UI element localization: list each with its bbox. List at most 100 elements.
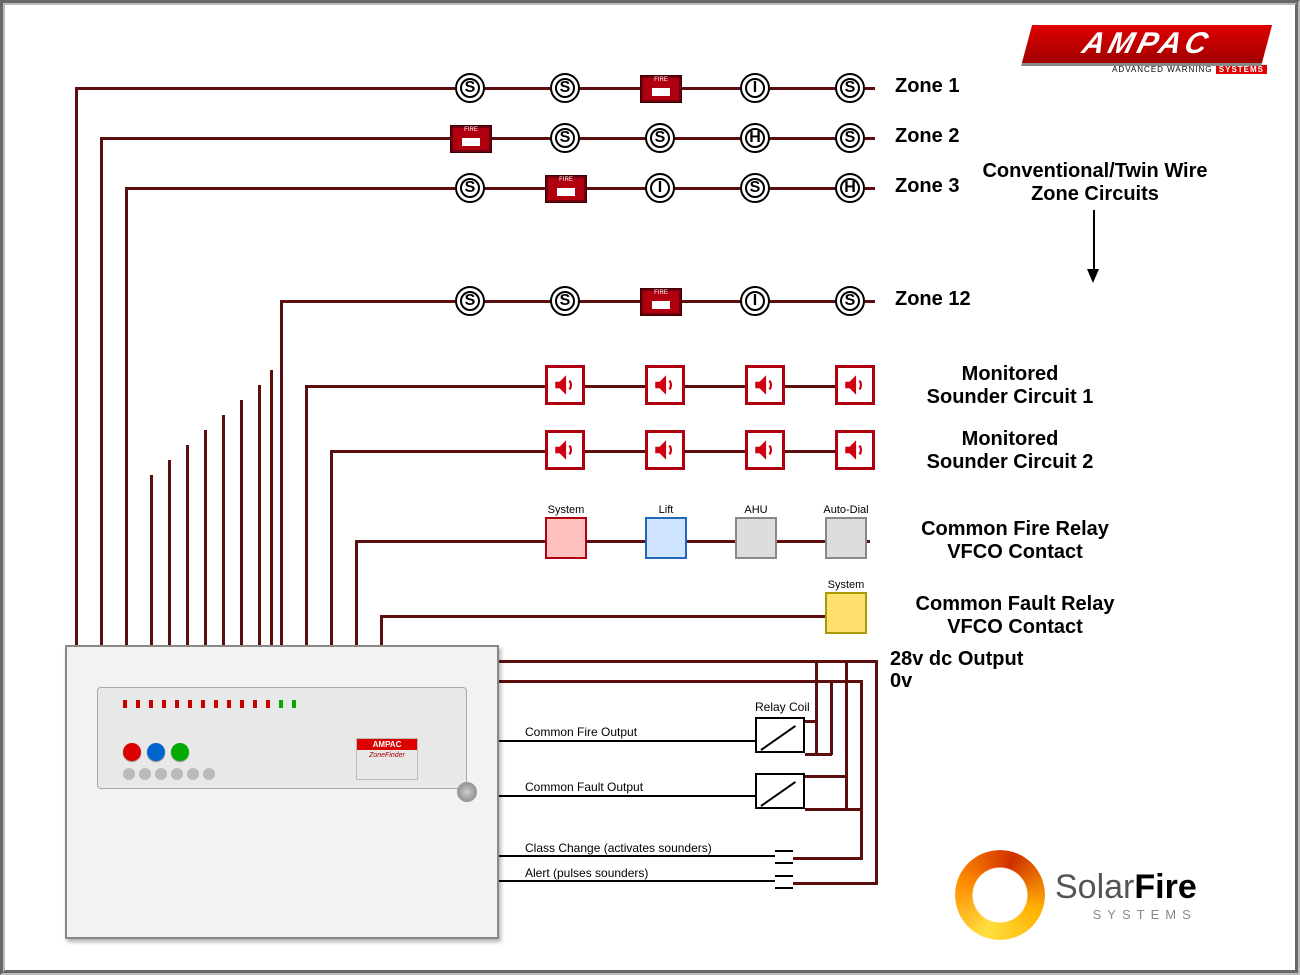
- relay2-to-pos: [845, 660, 848, 810]
- diagram-frame: AMPAC ADVANCED WARNING SYSTEMS Conventio…: [0, 0, 1300, 975]
- zone1-dev5-smoke: S: [835, 73, 865, 103]
- solarfire-logo: SolarFire SYSTEMS: [955, 850, 1255, 940]
- sndr1-label: Monitored Sounder Circuit 1: [895, 363, 1125, 409]
- zone2-dev1-mcp: FIRE: [450, 125, 492, 153]
- sndr2-drop: [330, 450, 333, 645]
- cfto-label: Common Fault Output: [525, 780, 643, 794]
- classchange-line: [495, 855, 775, 857]
- zone12-dev1-smoke: S: [455, 286, 485, 316]
- sndr2-label: Monitored Sounder Circuit 2: [895, 428, 1125, 474]
- sndr2-dev1: [545, 430, 585, 470]
- zone-header: Conventional/Twin Wire Zone Circuits: [965, 160, 1225, 206]
- sndr2-dev4: [835, 430, 875, 470]
- zone-stub-5: [168, 460, 171, 645]
- classchange-label: Class Change (activates sounders): [525, 841, 712, 855]
- zone1-dev2-smoke: S: [550, 73, 580, 103]
- panel-brand: AMPAC ZoneFinder: [356, 738, 418, 780]
- fire-alarm-panel: AMPAC ZoneFinder: [65, 645, 499, 939]
- cfo-label: Common Fire Output: [525, 725, 637, 739]
- cfr-lift: Lift: [645, 517, 687, 559]
- zone-stub-4: [150, 475, 153, 645]
- sndr1-drop: [305, 385, 308, 645]
- zone2-dev4-heat: H: [740, 123, 770, 153]
- cfr-autodial: Auto-Dial: [825, 517, 867, 559]
- zone3-dev5-heat: H: [835, 173, 865, 203]
- cftr-label: Common Fault Relay VFCO Contact: [885, 593, 1145, 639]
- zone-arrow-head: [1087, 269, 1099, 283]
- zone1-label: Zone 1: [895, 75, 959, 98]
- cfr-wire: [355, 540, 870, 543]
- sndr2-dev3: [745, 430, 785, 470]
- cftr-system: System: [825, 592, 867, 634]
- zone3-dev3-ion: I: [645, 173, 675, 203]
- zone-arrow-line: [1093, 210, 1095, 270]
- zone12-label: Zone 12: [895, 288, 971, 311]
- sw2-return: [875, 660, 878, 885]
- sw2-return-h: [793, 882, 878, 885]
- panel-leds: [123, 700, 296, 708]
- dc-neg-wire: [495, 680, 860, 683]
- panel-small-buttons: [123, 768, 215, 780]
- zone2-dev2-smoke: S: [550, 123, 580, 153]
- zone3-dev1-smoke: S: [455, 173, 485, 203]
- sndr1-dev1: [545, 365, 585, 405]
- ampac-logo-title: AMPAC: [1022, 25, 1272, 63]
- zone2-label: Zone 2: [895, 125, 959, 148]
- zone12-dev3-mcp: FIRE: [640, 288, 682, 316]
- zone12-drop: [280, 300, 283, 645]
- sw1-return-h: [793, 857, 863, 860]
- solarfire-ring-icon: [955, 850, 1045, 940]
- sndr1-dev2: [645, 365, 685, 405]
- zone12-dev2-smoke: S: [550, 286, 580, 316]
- ampac-logo: AMPAC ADVANCED WARNING SYSTEMS: [1027, 25, 1267, 74]
- alert-line: [495, 880, 775, 882]
- sndr1-dev4: [835, 365, 875, 405]
- zone3-label: Zone 3: [895, 175, 959, 198]
- ampac-logo-sub: ADVANCED WARNING SYSTEMS: [1027, 63, 1267, 74]
- cfto-line: [495, 795, 755, 797]
- dc-pos-wire: [495, 660, 875, 663]
- zone2-dev3-smoke: S: [645, 123, 675, 153]
- cftr-drop: [380, 615, 383, 645]
- dc-neg-label: 0v: [890, 670, 912, 693]
- alert-switch: [775, 875, 793, 889]
- zone-stub-9: [240, 400, 243, 645]
- zone-stub-8: [222, 415, 225, 645]
- cftr-wire: [380, 615, 825, 618]
- zone-stub-10: [258, 385, 261, 645]
- zone12-dev5-smoke: S: [835, 286, 865, 316]
- zone-stub-11: [270, 370, 273, 645]
- sndr2-wire: [330, 450, 870, 453]
- panel-big-buttons: [123, 743, 189, 761]
- relay2-top-tap: [805, 775, 847, 778]
- dc-pos-label: 28v dc Output: [890, 648, 1023, 671]
- solarfire-text: SolarFire SYSTEMS: [1055, 868, 1197, 922]
- sw1-return: [860, 810, 863, 860]
- relay1-to-neg: [830, 680, 833, 755]
- relay1-top-tap: [805, 720, 817, 723]
- zone1-drop: [75, 87, 78, 645]
- relay-coil-1: [755, 717, 805, 753]
- relay1-to-pos: [815, 660, 818, 755]
- zone1-dev3-mcp: FIRE: [640, 75, 682, 103]
- cfr-drop: [355, 540, 358, 645]
- zone3-dev2-mcp: FIRE: [545, 175, 587, 203]
- relay-coil-2: [755, 773, 805, 809]
- relay-coil-caption: Relay Coil: [755, 700, 810, 714]
- zone1-dev4-ion: I: [740, 73, 770, 103]
- panel-keyhole-icon: [457, 782, 477, 802]
- zone2-dev5-smoke: S: [835, 123, 865, 153]
- zone3-drop: [125, 187, 128, 645]
- panel-face: AMPAC ZoneFinder: [97, 687, 467, 789]
- sndr1-dev3: [745, 365, 785, 405]
- cfr-system: System: [545, 517, 587, 559]
- relay1-bot-tap: [805, 753, 832, 756]
- relay2-to-neg: [860, 680, 863, 810]
- zone12-dev4-ion: I: [740, 286, 770, 316]
- relay2-bot-tap: [805, 808, 862, 811]
- alert-label: Alert (pulses sounders): [525, 866, 648, 880]
- classchange-switch: [775, 850, 793, 864]
- zone2-drop: [100, 137, 103, 645]
- cfo-line: [495, 740, 755, 742]
- sndr1-wire: [305, 385, 870, 388]
